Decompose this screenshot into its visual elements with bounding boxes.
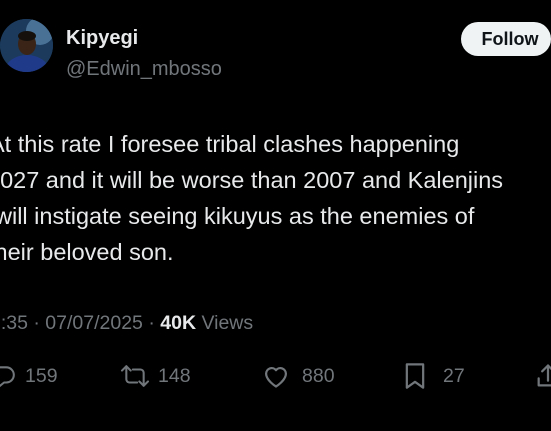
tweet-line: will instigate seeing kikuyus as the ene… <box>0 203 475 229</box>
like-button[interactable]: 880 <box>262 361 335 391</box>
profile-photo-icon <box>0 19 53 72</box>
avatar[interactable] <box>0 19 53 72</box>
meta-separator: · <box>148 312 155 334</box>
user-handle[interactable]: @Edwin_mbosso <box>66 58 222 81</box>
repost-icon <box>120 365 150 387</box>
tweet-line: their beloved son. <box>0 239 174 265</box>
tweet-text: At this rate I foresee tribal clashes ha… <box>0 126 551 270</box>
tweet-date[interactable]: 07/07/2025 <box>45 312 143 334</box>
share-icon <box>537 364 551 387</box>
reply-button[interactable]: 159 <box>0 361 58 391</box>
bookmark-button[interactable]: 27 <box>403 361 465 391</box>
views-label: Views <box>201 312 254 334</box>
tweet-meta: 3:35 · 07/07/2025 · 40K Views <box>0 312 551 335</box>
bookmark-count: 27 <box>443 364 465 387</box>
display-name[interactable]: Kipyegi <box>66 27 138 50</box>
views-count: 40K <box>160 312 197 334</box>
heart-icon <box>264 367 288 388</box>
like-count: 880 <box>302 364 335 387</box>
reply-icon <box>0 366 15 388</box>
tweet-line: At this rate I foresee tribal clashes ha… <box>0 131 460 157</box>
follow-button[interactable]: Follow <box>461 22 551 56</box>
tweet-line: 2027 and it will be worse than 2007 and … <box>0 167 504 193</box>
repost-button[interactable]: 148 <box>118 361 191 391</box>
meta-separator: · <box>33 312 40 334</box>
reply-count: 159 <box>25 364 58 387</box>
repost-count: 148 <box>158 364 191 387</box>
share-button[interactable] <box>535 361 551 391</box>
tweet-time[interactable]: 3:35 <box>0 312 28 334</box>
bookmark-icon <box>405 363 425 389</box>
